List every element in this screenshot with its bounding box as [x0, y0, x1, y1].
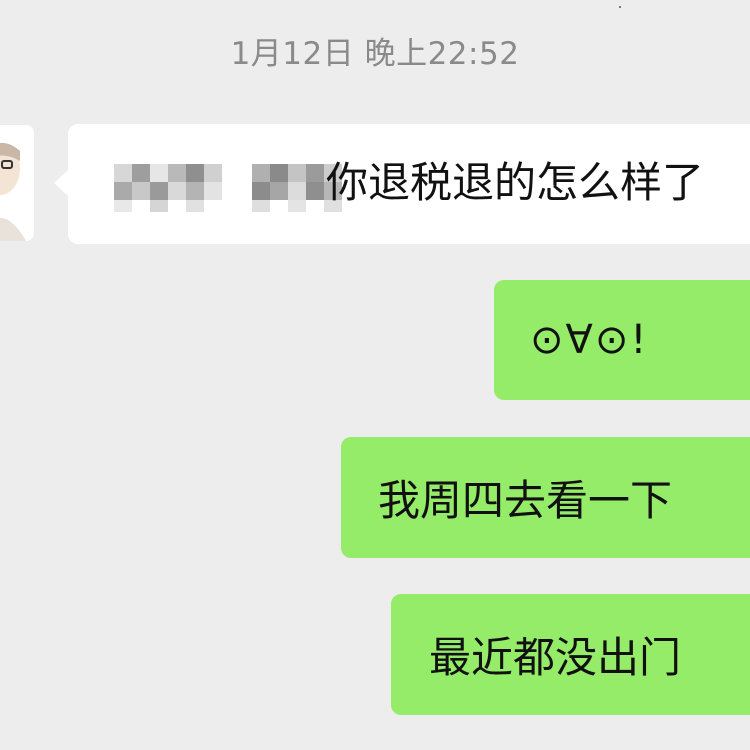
outgoing-message-text: ⊙∀⊙! — [530, 317, 649, 363]
bubble-tail — [54, 170, 68, 196]
message-timestamp: 1月12日 晚上22:52 — [230, 36, 520, 72]
outgoing-message-bubble[interactable]: 我周四去看一下 — [341, 437, 750, 558]
outgoing-message-bubble[interactable]: 最近都没出门 — [391, 594, 750, 715]
incoming-message-text: 你退税退的怎么样了 — [326, 158, 705, 207]
status-dot — [619, 6, 621, 8]
outgoing-message-text: 最近都没出门 — [429, 633, 682, 682]
sender-avatar[interactable] — [0, 125, 34, 241]
outgoing-message-bubble[interactable]: ⊙∀⊙! — [494, 280, 750, 400]
chat-screen: 1月12日 晚上22:52 你退税退的怎么样了 ⊙∀⊙! 我周四去看一下 最近都… — [0, 0, 750, 750]
outgoing-message-text: 我周四去看一下 — [378, 476, 673, 525]
incoming-message-bubble[interactable]: 你退税退的怎么样了 — [54, 124, 750, 244]
